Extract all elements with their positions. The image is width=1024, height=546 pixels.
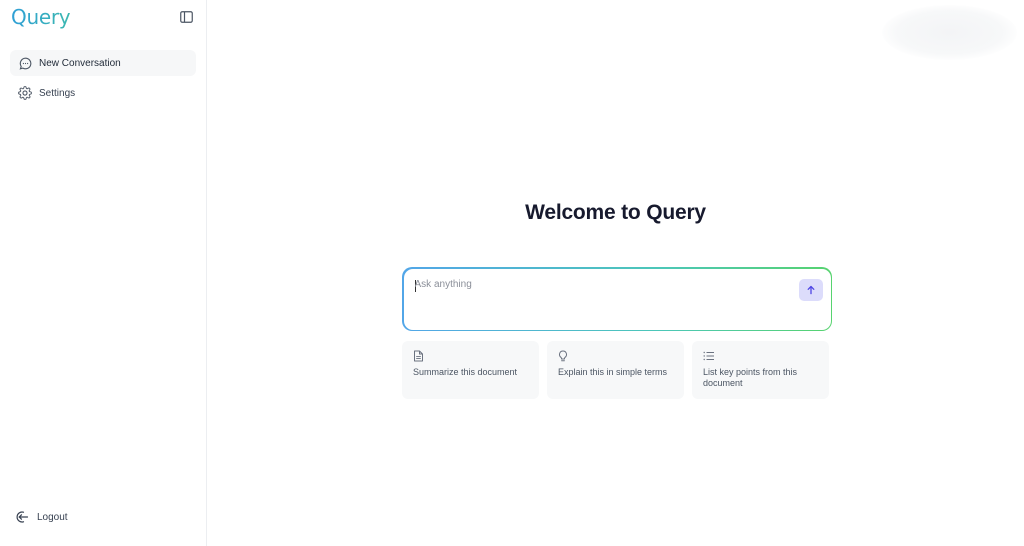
sidebar-panel-icon — [179, 11, 193, 23]
suggestion-summarize[interactable]: Summarize this document — [402, 341, 539, 399]
logout-icon — [15, 510, 29, 524]
suggestion-cards: Summarize this document Explain this in … — [402, 341, 829, 399]
decorative-blob — [882, 5, 1017, 60]
app-logo[interactable]: Query — [11, 5, 71, 29]
arrow-up-icon — [807, 285, 814, 294]
ask-input[interactable] — [414, 278, 785, 290]
toggle-sidebar-button[interactable] — [178, 9, 194, 25]
welcome-heading: Welcome to Query — [525, 201, 706, 224]
suggestion-label: List key points from this document — [703, 367, 798, 388]
suggestion-label: Summarize this document — [413, 367, 518, 377]
suggestion-explain[interactable]: Explain this in simple terms — [547, 341, 684, 399]
suggestion-label: Explain this in simple terms — [558, 367, 668, 377]
chat-input-inner — [403, 268, 831, 330]
new-conversation-button[interactable]: New Conversation — [10, 50, 196, 76]
suggestion-key-points[interactable]: List key points from this document — [692, 341, 829, 399]
chat-input-box — [402, 267, 832, 331]
gear-icon — [18, 86, 32, 100]
new-conversation-label: New Conversation — [39, 57, 121, 69]
sidebar: Query New Conversation Settings Logout — [0, 0, 207, 546]
app-name: Query — [11, 5, 71, 29]
document-icon — [413, 350, 425, 362]
logout-button[interactable]: Logout — [15, 510, 68, 524]
list-icon — [703, 350, 715, 362]
logout-label: Logout — [37, 511, 68, 523]
sidebar-item-settings[interactable]: Settings — [10, 80, 196, 106]
main-content: Welcome to Query Summari — [207, 0, 1024, 546]
send-button[interactable] — [798, 278, 823, 301]
settings-label: Settings — [39, 87, 76, 99]
lightbulb-icon — [558, 350, 570, 362]
chat-bubble-icon — [18, 56, 32, 70]
sidebar-nav: New Conversation Settings — [10, 50, 196, 110]
